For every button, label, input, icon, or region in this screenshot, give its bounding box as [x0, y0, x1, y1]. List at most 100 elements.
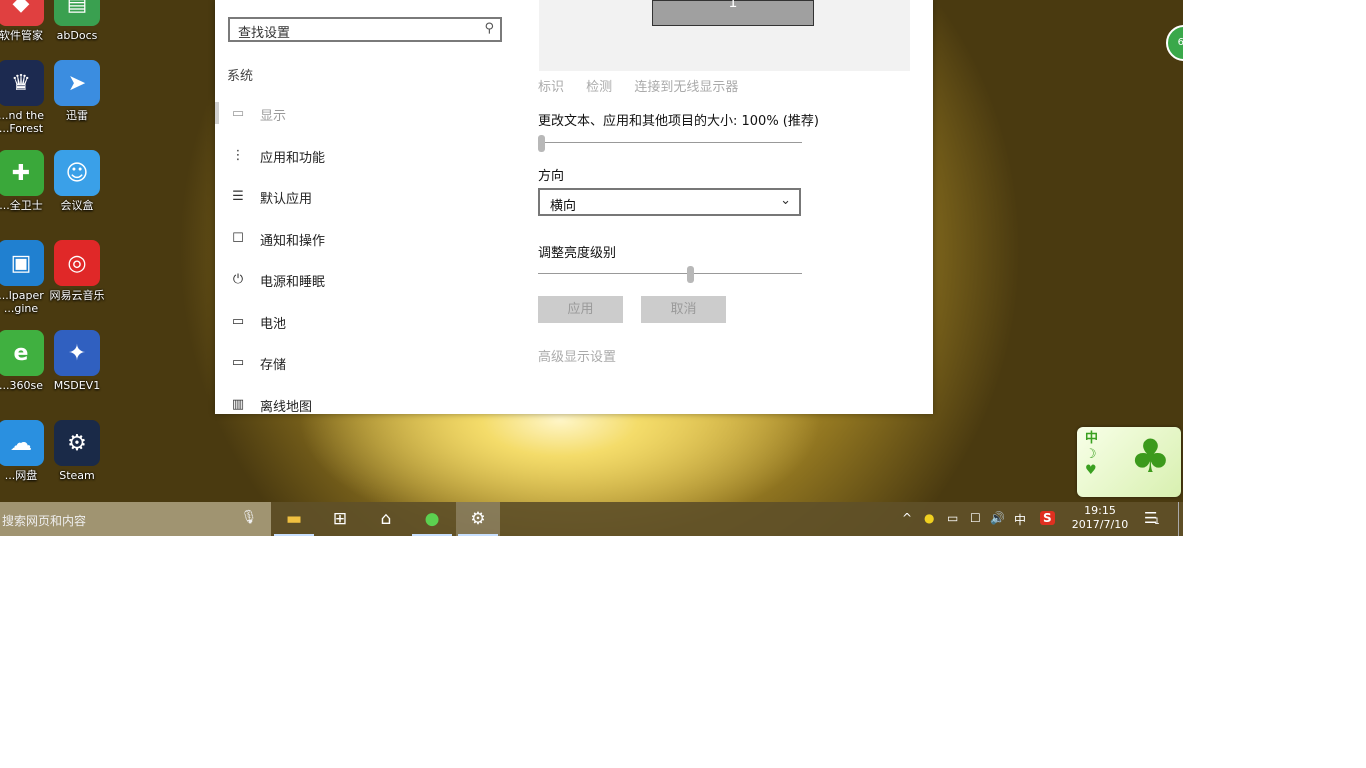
home-icon[interactable]: ⌂: [364, 502, 408, 536]
desktop-icon-label: abDocs: [56, 29, 98, 42]
nav-item-label: 显示: [260, 109, 287, 124]
taskbar-search-input[interactable]: 搜索网页和内容 🎙: [0, 502, 271, 536]
settings-window: 查找设置 ⚲ 系统 ▭ 显示 ⋮ 应用和功能 ☰ 默认应用 ☐ 通知和操作 ⏻ 电源和睡眠 ▭ 电池 ▭…: [215, 0, 933, 415]
microphone-icon[interactable]: 🎙: [240, 510, 257, 525]
app-icon: ⚙: [54, 420, 100, 466]
nav-item[interactable]: ▭ 显示: [215, 99, 505, 129]
action-center-icon[interactable]: ☰ 1: [1144, 509, 1160, 527]
file-explorer-icon[interactable]: ▬: [272, 502, 316, 536]
nav-item-icon: ☐: [232, 230, 244, 246]
desktop-icon[interactable]: ⚙ Steam: [48, 420, 106, 482]
desktop-icon-label: MSDEV1: [53, 379, 101, 392]
scale-slider[interactable]: [538, 135, 802, 152]
nav-item-label: 电池: [260, 316, 287, 332]
settings-search-input[interactable]: 查找设置 ⚲: [228, 17, 502, 42]
store-icon[interactable]: ⊞: [318, 502, 362, 536]
tray-app-icon[interactable]: ●: [924, 511, 934, 525]
nav-item[interactable]: ▭ 电池: [215, 307, 505, 337]
nav-item-label: 离线地图: [260, 399, 313, 415]
desktop-icon[interactable]: ☺ 会议盒: [48, 150, 106, 212]
wireless-display-link[interactable]: 连接到无线显示器: [634, 80, 738, 95]
brightness-slider[interactable]: [538, 266, 802, 283]
desktop-icon-label: 软件管家: [0, 29, 43, 42]
battery-icon[interactable]: ▭: [947, 511, 958, 525]
desktop-icon[interactable]: ◆ 软件管家: [0, 0, 50, 42]
floating-badge[interactable]: 68: [1166, 25, 1183, 61]
app-icon: ◆: [0, 0, 44, 26]
desktop-icon[interactable]: ♛ ...nd the ...Forest: [0, 60, 50, 135]
apply-button[interactable]: 应用: [538, 296, 623, 323]
browser-icon[interactable]: ●: [410, 502, 454, 536]
search-icon: ⚲: [484, 21, 494, 36]
desktop-icon-label: ...网盘: [4, 469, 38, 482]
desktop-icon-label: 会议盒: [60, 199, 94, 212]
brightness-slider-thumb[interactable]: [687, 266, 695, 283]
nav-item[interactable]: ☐ 通知和操作: [215, 224, 505, 254]
desktop-widget[interactable]: 中 ☽ ♥ ♣: [1077, 427, 1181, 497]
section-title: 系统: [227, 69, 254, 84]
nav-item-icon: ▥: [231, 396, 245, 412]
scale-slider-thumb[interactable]: [538, 135, 545, 152]
desktop-icon-label: ...nd the ...Forest: [0, 109, 44, 135]
scale-label: 更改文本、应用和其他项目的大小: 100% (推荐): [538, 114, 819, 129]
brightness-slider-track: [538, 273, 802, 274]
sogou-icon[interactable]: S: [1040, 511, 1055, 525]
app-icon: ♛: [0, 60, 44, 106]
widget-text: 中 ☽ ♥: [1085, 431, 1099, 478]
orientation-dropdown[interactable]: 横向 ⌄: [538, 188, 801, 216]
brightness-label: 调整亮度级别: [538, 246, 617, 261]
app-icon: e: [0, 330, 44, 376]
desktop-icon[interactable]: e ...360se: [0, 330, 50, 392]
nav-item-label: 存储: [260, 358, 287, 373]
app-icon: ▣: [0, 240, 44, 286]
desktop: ◆ 软件管家 ▤ abDocs ♛ ...nd the ...Forest ➤ 迅雷 ✚ ...全…: [0, 0, 1183, 536]
monitor-1[interactable]: 1: [652, 0, 814, 26]
nav-item[interactable]: ▭ 存储: [215, 348, 505, 378]
settings-gear-icon[interactable]: ⚙: [456, 502, 500, 536]
network-icon[interactable]: ☐: [970, 511, 981, 525]
app-icon: ◎: [54, 240, 100, 286]
search-placeholder: 查找设置: [238, 26, 291, 41]
tray-expand-icon[interactable]: ^: [902, 511, 912, 525]
desktop-icon[interactable]: ◎ 网易云音乐: [48, 240, 106, 302]
app-icon: ✚: [0, 150, 44, 196]
taskbar-clock[interactable]: 19:15 2017/7/10: [1070, 504, 1130, 532]
nav-item-icon: ⏻: [232, 272, 244, 287]
nav-item-label: 电源和睡眠: [260, 275, 326, 290]
detect-link[interactable]: 检测: [586, 80, 612, 95]
cancel-button[interactable]: 取消: [641, 296, 726, 323]
volume-icon[interactable]: 🔊: [990, 511, 1005, 525]
nav-item[interactable]: ⏻ 电源和睡眠: [215, 265, 505, 295]
taskbar: 搜索网页和内容 🎙 ▬ ⊞ ⌂ ● ⚙ ^ ● ▭ ☐ 🔊 中 S 19:15 …: [0, 502, 1183, 536]
desktop-icon[interactable]: ☁ ...网盘: [0, 420, 50, 482]
nav-item-label: 应用和功能: [260, 150, 326, 166]
scale-slider-track: [538, 142, 802, 143]
show-desktop-button[interactable]: [1178, 502, 1183, 536]
ime-indicator[interactable]: 中: [1014, 511, 1026, 528]
clock-date: 2017/7/10: [1071, 518, 1129, 531]
app-icon: ☁: [0, 420, 44, 466]
desktop-icon[interactable]: ✦ MSDEV1: [48, 330, 106, 392]
desktop-icon-label: 迅雷: [66, 109, 88, 122]
desktop-icon[interactable]: ▣ ...lpaper ...gine: [0, 240, 50, 315]
advanced-display-settings-link[interactable]: 高级显示设置: [538, 346, 616, 365]
desktop-icon-label: 网易云音乐: [49, 289, 105, 302]
monitor-number: 1: [728, 0, 738, 11]
nav-item-icon: ▭: [231, 313, 245, 329]
nav-item[interactable]: ☰ 默认应用: [215, 182, 505, 212]
app-icon: ✦: [54, 330, 100, 376]
notification-count: 1: [1154, 517, 1160, 527]
nav-item-icon: ▭: [231, 355, 245, 370]
desktop-icon-label: ...360se: [0, 379, 43, 392]
nav-item[interactable]: ⋮ 应用和功能: [215, 141, 505, 171]
desktop-icon-label: ...lpaper ...gine: [0, 289, 44, 315]
identify-link[interactable]: 标识: [538, 80, 564, 95]
desktop-icon[interactable]: ✚ ...全卫士: [0, 150, 50, 212]
desktop-icon[interactable]: ➤ 迅雷: [48, 60, 106, 122]
nav-item[interactable]: ▥ 离线地图: [215, 390, 505, 420]
desktop-icon[interactable]: ▤ abDocs: [48, 0, 106, 42]
app-icon: ▤: [54, 0, 100, 26]
clover-icon: ♣: [1129, 429, 1171, 483]
orientation-label: 方向: [538, 169, 565, 184]
nav-item-label: 默认应用: [260, 192, 313, 207]
